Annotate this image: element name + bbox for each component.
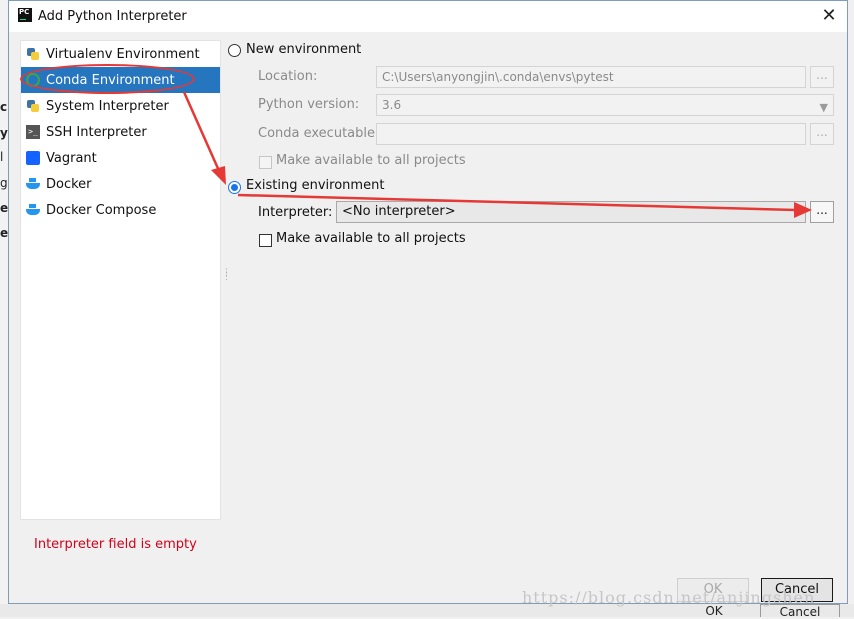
background-text: g: [0, 176, 8, 190]
ok-button[interactable]: OK: [677, 578, 749, 602]
existing-env-make-available-checkbox[interactable]: [259, 234, 272, 247]
existing-env-make-available-label: Make available to all projects: [276, 231, 466, 246]
cancel-button[interactable]: Cancel: [761, 578, 833, 602]
close-icon[interactable]: ✕: [819, 5, 839, 27]
location-field[interactable]: C:\Users\anyongjin\.conda\envs\pytest: [376, 66, 806, 88]
sidebar-item-label: System Interpreter: [46, 98, 169, 114]
sidebar-item-conda[interactable]: Conda Environment: [21, 67, 220, 93]
sidebar-item-label: Vagrant: [46, 150, 97, 166]
location-browse-button[interactable]: ...: [810, 66, 834, 88]
existing-environment-label: Existing environment: [246, 178, 385, 193]
sidebar-item-label: SSH Interpreter: [46, 124, 147, 140]
sidebar-item-docker-compose[interactable]: Docker Compose: [21, 197, 220, 223]
conda-icon: [26, 73, 40, 87]
interpreter-browse-button[interactable]: ...: [810, 201, 834, 223]
sidebar-item-label: Docker: [46, 176, 92, 192]
sidebar-item-label: Conda Environment: [46, 72, 175, 88]
new-env-make-available-checkbox[interactable]: [259, 156, 272, 169]
sidebar-item-vagrant[interactable]: Vagrant: [21, 145, 220, 171]
python-version-select[interactable]: 3.6 ▼: [376, 94, 834, 116]
pycharm-icon: PC: [18, 8, 32, 22]
vagrant-icon: [26, 151, 40, 165]
background-text: c: [0, 100, 8, 114]
error-message: Interpreter field is empty: [34, 537, 197, 552]
python-version-value: 3.6: [382, 98, 402, 112]
background-text: y: [0, 126, 8, 140]
docker-compose-icon: [26, 203, 40, 217]
new-environment-label: New environment: [246, 42, 362, 57]
background-cancel-button: Cancel: [760, 604, 840, 619]
new-environment-radio[interactable]: [228, 44, 241, 57]
python-version-label: Python version:: [258, 97, 360, 112]
docker-icon: [26, 177, 40, 191]
python-icon: [26, 99, 40, 113]
title-bar[interactable]: PC Add Python Interpreter ✕: [9, 1, 847, 32]
background-ok-button: OK: [705, 604, 723, 618]
interpreter-combobox[interactable]: <No interpreter>: [336, 201, 806, 223]
background-window-strip: c y l g ec es: [0, 0, 15, 617]
sidebar-item-system[interactable]: System Interpreter: [21, 93, 220, 119]
sidebar-item-label: Virtualenv Environment: [46, 46, 200, 62]
interpreter-type-list: Virtualenv Environment Conda Environment…: [20, 40, 221, 520]
interpreter-label: Interpreter:: [258, 205, 333, 220]
sidebar-item-label: Docker Compose: [46, 202, 157, 218]
location-label: Location:: [258, 69, 318, 84]
sidebar-item-virtualenv[interactable]: Virtualenv Environment: [21, 41, 220, 67]
existing-environment-radio[interactable]: [228, 181, 241, 194]
conda-executable-browse-button[interactable]: ...: [810, 123, 834, 145]
background-text: l: [0, 150, 4, 164]
sidebar-item-ssh[interactable]: >_ SSH Interpreter: [21, 119, 220, 145]
sidebar-item-docker[interactable]: Docker: [21, 171, 220, 197]
terminal-icon: >_: [26, 125, 40, 139]
virtualenv-icon: [26, 47, 40, 61]
dialog-title: Add Python Interpreter: [38, 9, 187, 24]
new-env-make-available-label: Make available to all projects: [276, 153, 466, 168]
splitter-handle[interactable]: ⋮ ⋮: [222, 269, 231, 287]
conda-executable-field[interactable]: [376, 123, 806, 145]
chevron-down-icon: ▼: [819, 101, 828, 114]
add-python-interpreter-dialog: PC Add Python Interpreter ✕ Virtualenv E…: [8, 0, 848, 604]
conda-executable-label: Conda executable:: [258, 126, 380, 141]
